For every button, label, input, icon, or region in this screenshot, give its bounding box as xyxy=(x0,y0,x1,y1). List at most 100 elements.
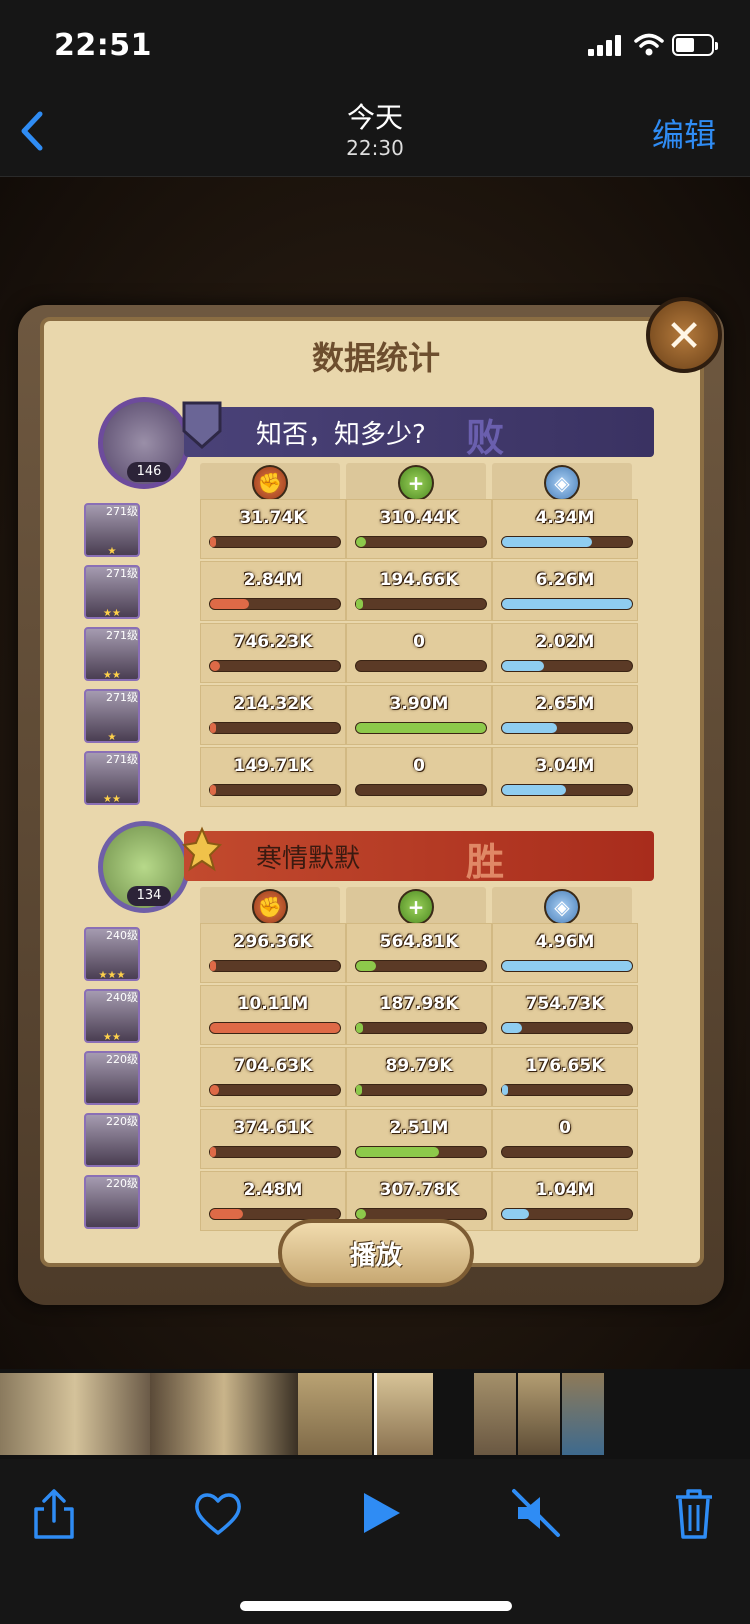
tank-bar xyxy=(501,1022,633,1034)
heal-icon: + xyxy=(398,889,434,925)
hero-portrait: 271级 ★ xyxy=(84,503,140,557)
dmg-bar-fill xyxy=(210,785,216,795)
heal-bar xyxy=(355,960,487,972)
player-level: 134 xyxy=(127,886,171,906)
heal-value: 0 xyxy=(413,756,425,776)
hero-stat-row: 271级 ★★ 746.23K 0 2.02M xyxy=(44,623,638,683)
hero-level: 240级 xyxy=(106,929,138,942)
tank-bar xyxy=(501,598,633,610)
heal-value: 194.66K xyxy=(379,570,459,590)
thumbnail[interactable] xyxy=(562,1373,604,1455)
heal-value: 2.51M xyxy=(389,1118,449,1138)
tank-stat-cell: 1.04M xyxy=(492,1171,638,1231)
heal-stat-cell: 194.66K xyxy=(346,561,492,621)
tank-stat-cell: 0 xyxy=(492,1109,638,1169)
share-icon[interactable] xyxy=(26,1485,82,1541)
tank-header: ◈ xyxy=(492,463,632,503)
heart-icon[interactable] xyxy=(190,1485,246,1541)
hero-stars: ★★ xyxy=(103,1032,121,1043)
thumbnail[interactable] xyxy=(298,1373,372,1455)
heal-bar xyxy=(355,784,487,796)
hero-level: 271级 xyxy=(106,753,138,766)
dmg-bar-fill xyxy=(210,599,249,609)
hero-stat-row: 220级 704.63K 89.79K 176.65K xyxy=(44,1047,638,1107)
tank-stat-cell: 4.34M xyxy=(492,499,638,559)
damage-icon: ✊ xyxy=(252,465,288,501)
heal-stat-cell: 564.81K xyxy=(346,923,492,983)
play-replay-label: 播放 xyxy=(349,1241,402,1271)
close-button[interactable]: ✕ xyxy=(646,297,722,373)
tank-value: 1.04M xyxy=(535,1180,595,1200)
dmg-value: 149.71K xyxy=(233,756,313,776)
dmg-stat-cell: 10.11M xyxy=(200,985,346,1045)
heal-stat-cell: 3.90M xyxy=(346,685,492,745)
hero-portrait: 271级 ★★ xyxy=(84,565,140,619)
thumbnail[interactable] xyxy=(474,1373,516,1455)
heal-bar-fill xyxy=(356,1209,366,1219)
heal-bar xyxy=(355,1022,487,1034)
heal-stat-cell: 2.51M xyxy=(346,1109,492,1169)
dmg-bar-fill xyxy=(210,1209,243,1219)
tank-bar-fill xyxy=(502,785,566,795)
heal-stat-cell: 0 xyxy=(346,623,492,683)
hero-level: 240级 xyxy=(106,991,138,1004)
damage-header: ✊ xyxy=(200,463,340,503)
heal-value: 187.98K xyxy=(379,994,459,1014)
tank-bar xyxy=(501,660,633,672)
tank-bar-fill xyxy=(502,1023,522,1033)
thumbnail[interactable] xyxy=(0,1373,150,1455)
hero-level: 271级 xyxy=(106,629,138,642)
hero-portrait: 271级 ★★ xyxy=(84,627,140,681)
tank-bar xyxy=(501,960,633,972)
tank-value: 754.73K xyxy=(525,994,605,1014)
heal-bar xyxy=(355,536,487,548)
thumbnail[interactable] xyxy=(150,1373,298,1455)
hero-stat-row: 240级 ★★ 10.11M 187.98K 754.73K xyxy=(44,985,638,1045)
tank-value: 176.65K xyxy=(525,1056,605,1076)
tank-stat-cell: 2.02M xyxy=(492,623,638,683)
dmg-bar xyxy=(209,1146,341,1158)
dmg-bar xyxy=(209,1022,341,1034)
dmg-bar xyxy=(209,960,341,972)
dmg-stat-cell: 214.32K xyxy=(200,685,346,745)
dmg-bar xyxy=(209,1084,341,1096)
hero-level: 220级 xyxy=(106,1115,138,1128)
hero-level: 220级 xyxy=(106,1177,138,1190)
tank-bar xyxy=(501,1208,633,1220)
heal-bar-fill xyxy=(356,1147,439,1157)
damage-header: ✊ xyxy=(200,887,340,927)
player-level: 146 xyxy=(127,462,171,482)
hero-stars: ★ xyxy=(107,732,117,743)
play-replay-button[interactable]: 播放 xyxy=(278,1219,474,1287)
result-badge: 胜 xyxy=(465,840,504,884)
tank-bar-fill xyxy=(502,723,557,733)
dmg-bar-fill xyxy=(210,1085,219,1095)
heal-icon: + xyxy=(398,465,434,501)
tank-value: 6.26M xyxy=(535,570,595,590)
tank-bar xyxy=(501,1084,633,1096)
player-name: 寒情默默 xyxy=(256,844,361,874)
tank-bar-fill xyxy=(502,1209,529,1219)
thumbnail[interactable] xyxy=(518,1373,560,1455)
dmg-bar xyxy=(209,598,341,610)
photo-nav-bar: 今天 22:30 编辑 xyxy=(0,92,750,177)
tank-value: 2.65M xyxy=(535,694,595,714)
tank-stat-cell: 3.04M xyxy=(492,747,638,807)
dmg-stat-cell: 149.71K xyxy=(200,747,346,807)
dmg-bar xyxy=(209,536,341,548)
speaker-muted-icon[interactable] xyxy=(508,1485,564,1541)
shield-icon: ◈ xyxy=(544,889,580,925)
tank-stat-cell: 6.26M xyxy=(492,561,638,621)
tank-value: 0 xyxy=(559,1118,571,1138)
thumbnail-current[interactable] xyxy=(374,1373,433,1455)
hero-level: 271级 xyxy=(106,505,138,518)
trash-icon[interactable] xyxy=(666,1485,722,1541)
dmg-value: 10.11M xyxy=(237,994,309,1014)
heal-bar-fill xyxy=(356,1085,362,1095)
tank-value: 4.34M xyxy=(535,508,595,528)
dmg-value: 746.23K xyxy=(233,632,313,652)
edit-button[interactable]: 编辑 xyxy=(652,110,716,156)
hero-stat-row: 240级 ★★★ 296.36K 564.81K 4.96M xyxy=(44,923,638,983)
thumbnail-strip[interactable] xyxy=(0,1369,750,1459)
play-icon[interactable] xyxy=(352,1485,408,1541)
